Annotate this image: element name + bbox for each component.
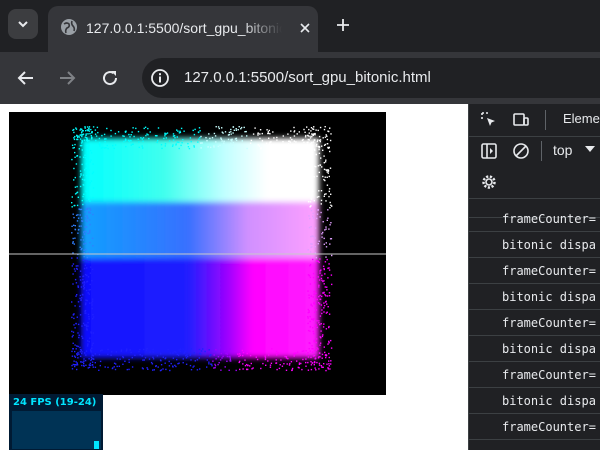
console-log-line[interactable]: frameCounter= xyxy=(469,258,600,284)
inspect-element-button[interactable] xyxy=(479,110,499,130)
devtools-separator xyxy=(541,141,542,161)
forward-arrow-icon xyxy=(60,71,76,85)
reload-icon xyxy=(103,71,118,86)
tab-close-button[interactable] xyxy=(294,17,316,39)
gear-icon xyxy=(482,175,496,189)
sidebar-icon xyxy=(481,143,497,159)
chevron-down-icon xyxy=(18,21,28,28)
chevron-down-icon xyxy=(585,146,595,152)
address-bar[interactable]: 127.0.0.1:5500/sort_gpu_bitonic.html xyxy=(142,58,600,98)
fps-bar xyxy=(94,441,99,449)
console-settings-row xyxy=(469,166,600,199)
console-log-line[interactable]: bitonic dispa xyxy=(469,388,600,414)
console-log-line[interactable]: frameCounter= xyxy=(469,362,600,388)
console-log-partial xyxy=(469,440,600,450)
tab-strip: 127.0.0.1:5500/sort_gpu_bitonic.html xyxy=(0,0,600,52)
reload-button[interactable] xyxy=(96,64,124,92)
tab-elements[interactable]: Eleme xyxy=(563,111,600,126)
page-viewport: 24 FPS (19-24) xyxy=(0,104,468,450)
devtools-tabbar: Eleme xyxy=(469,104,600,137)
render-canvas[interactable] xyxy=(9,112,386,395)
console-log-text: bitonic dispa xyxy=(502,290,596,304)
console-log-line[interactable]: frameCounter= xyxy=(469,414,600,440)
console-toolbar: top xyxy=(469,136,600,166)
forward-button[interactable] xyxy=(53,64,81,92)
tab-title: 127.0.0.1:5500/sort_gpu_bitonic.html xyxy=(86,18,282,40)
console-log-line[interactable]: bitonic dispa xyxy=(469,284,600,310)
console-sidebar-button[interactable] xyxy=(479,141,499,161)
browser-toolbar: 127.0.0.1:5500/sort_gpu_bitonic.html xyxy=(0,52,600,104)
devtools-separator xyxy=(545,110,546,130)
inspect-icon xyxy=(481,112,495,126)
console-log-text: bitonic dispa xyxy=(502,394,596,408)
console-log-text: frameCounter= xyxy=(502,368,596,382)
info-icon[interactable] xyxy=(150,68,170,88)
console-log-text: bitonic dispa xyxy=(502,238,596,252)
tab-search-button[interactable] xyxy=(8,9,38,39)
address-url[interactable]: 127.0.0.1:5500/sort_gpu_bitonic.html xyxy=(184,68,431,88)
console-log-line[interactable]: bitonic dispa xyxy=(469,232,600,258)
console-log-text: frameCounter= xyxy=(502,316,596,330)
devtools-panel: Eleme top frameCounter= bitonic dispa fr… xyxy=(468,104,600,450)
fps-graph xyxy=(12,411,101,449)
console-log-line[interactable]: frameCounter= xyxy=(469,310,600,336)
console-log-text: frameCounter= xyxy=(502,420,596,434)
console-output[interactable]: frameCounter= bitonic dispa frameCounter… xyxy=(469,200,600,450)
close-icon xyxy=(300,23,310,33)
context-selector[interactable]: top xyxy=(553,142,572,158)
back-button[interactable] xyxy=(12,64,40,92)
globe-icon xyxy=(61,19,77,35)
console-log-text: bitonic dispa xyxy=(502,342,596,356)
console-settings-button[interactable] xyxy=(479,172,499,192)
browser-tab[interactable]: 127.0.0.1:5500/sort_gpu_bitonic.html xyxy=(48,6,318,52)
plus-icon xyxy=(337,19,349,31)
console-log-line[interactable]: frameCounter= xyxy=(469,206,600,232)
console-log-line[interactable]: bitonic dispa xyxy=(469,336,600,362)
console-log-text: frameCounter= xyxy=(502,264,596,278)
particle-visualization xyxy=(9,112,386,395)
new-tab-button[interactable] xyxy=(330,12,356,38)
fps-stats-panel[interactable]: 24 FPS (19-24) xyxy=(9,394,103,450)
clear-icon xyxy=(513,143,529,159)
fps-label: 24 FPS (19-24) xyxy=(13,397,97,408)
device-icon xyxy=(513,113,529,126)
back-arrow-icon xyxy=(17,71,33,85)
clear-console-button[interactable] xyxy=(511,141,531,161)
console-log-text: frameCounter= xyxy=(502,212,596,226)
device-toolbar-button[interactable] xyxy=(511,110,531,130)
